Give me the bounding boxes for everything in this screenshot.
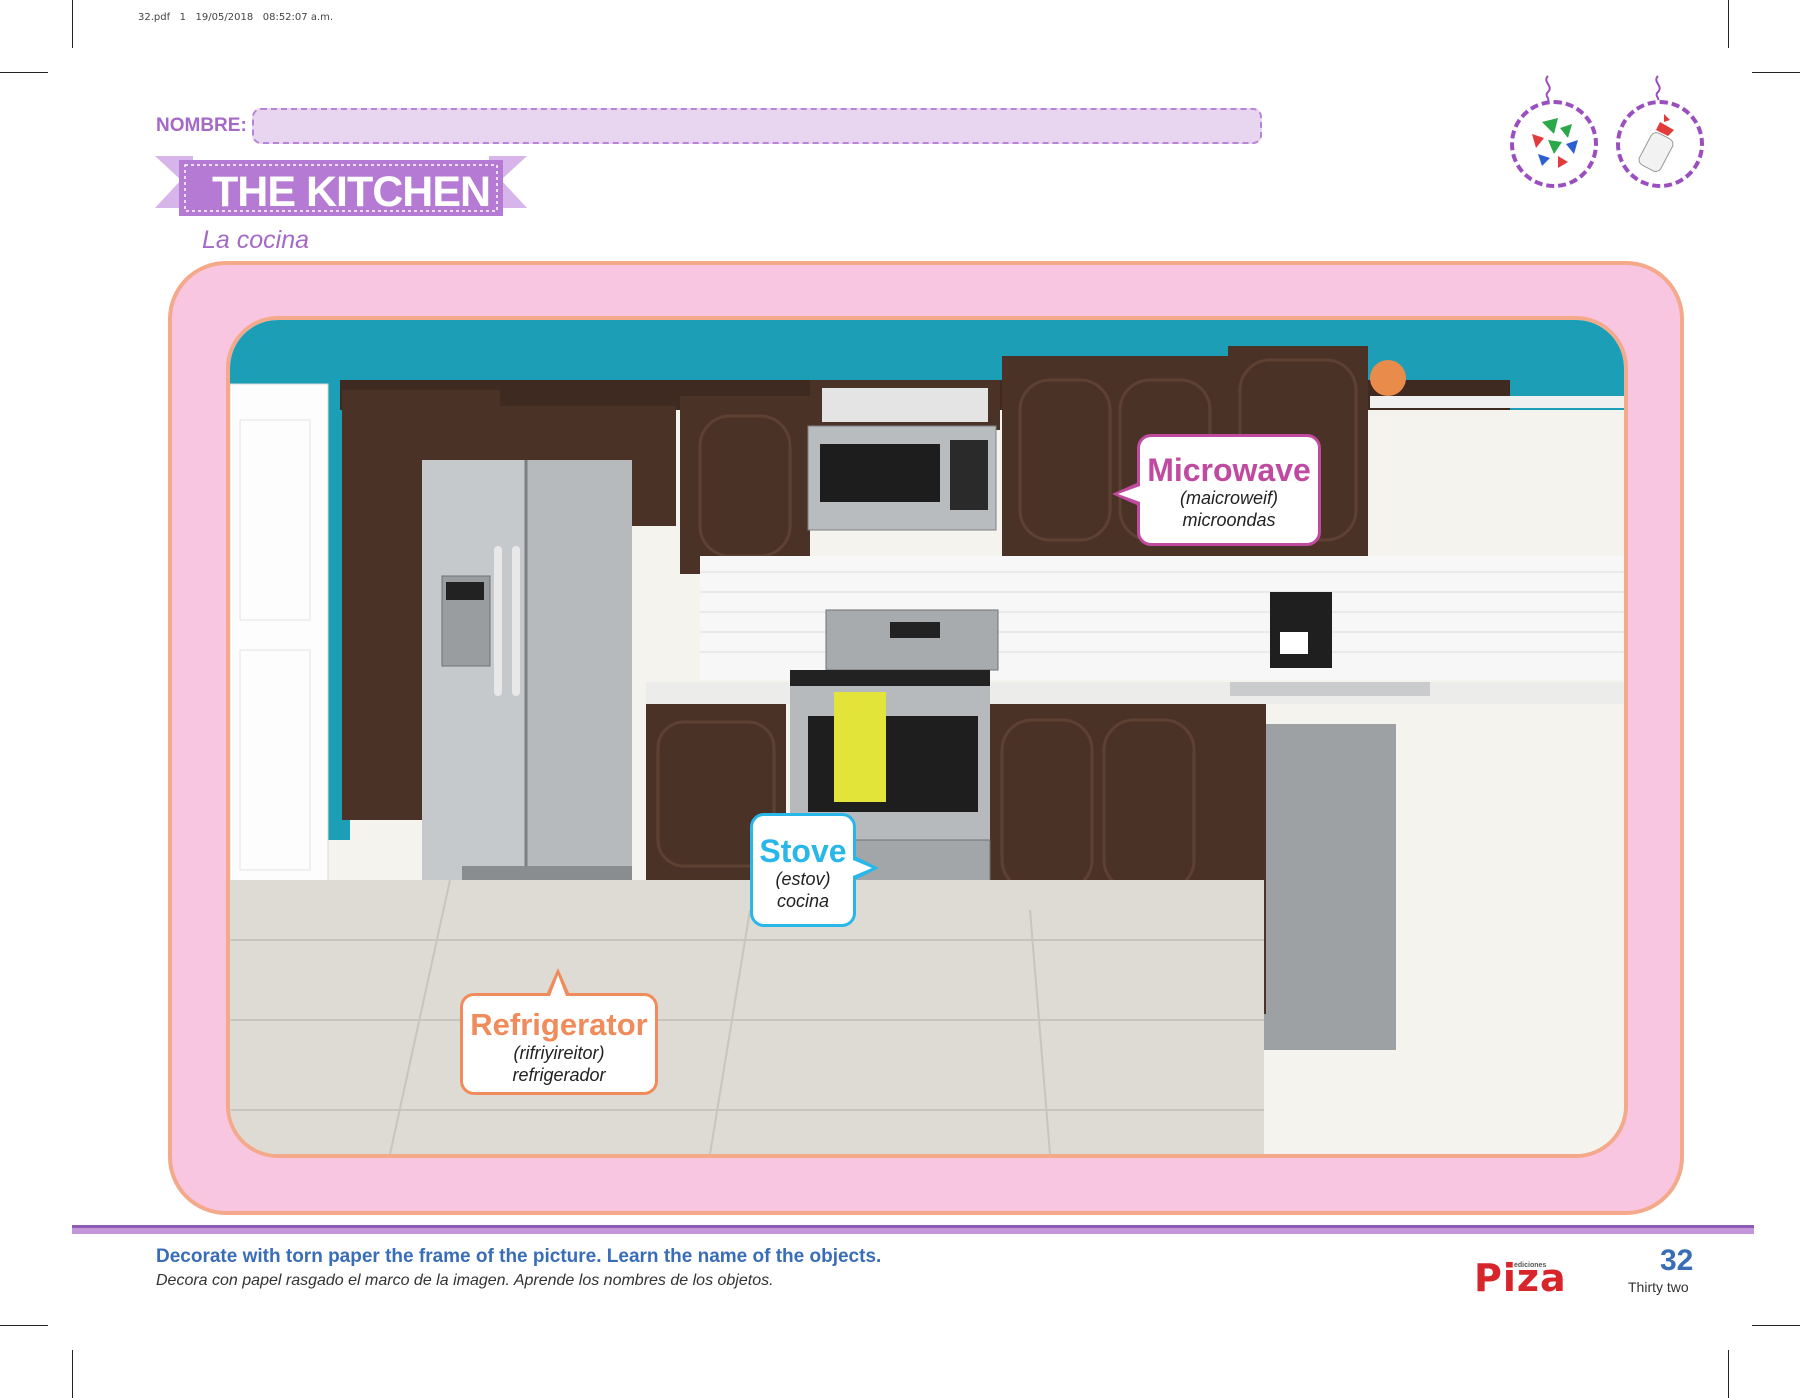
publisher-logo: Piza [1474, 1256, 1567, 1300]
callout-spanish: microondas [1182, 510, 1276, 530]
kitchen-photo [226, 316, 1628, 1158]
instruction-spanish: Decora con papel rasgado el marco de la … [156, 1272, 774, 1289]
print-metadata: 32.pdf 1 19/05/2018 08:52:07 a.m. [138, 12, 334, 23]
callout-word: Microwave [1147, 452, 1311, 488]
crop-mark [0, 72, 48, 73]
crop-mark [1728, 0, 1729, 48]
callout-pointer [853, 860, 872, 876]
crop-mark [0, 1325, 48, 1326]
callout-pronunciation: (estov) [775, 869, 831, 889]
glue-bottle-icon [1616, 100, 1704, 188]
microwave-callout: Microwave (maicroweif) microondas [1137, 434, 1321, 546]
steam-icon [1545, 75, 1551, 102]
crop-mark [72, 0, 73, 48]
callout-spanish: cocina [776, 891, 830, 911]
name-label: NOMBRE: [156, 115, 247, 136]
callout-word: Refrigerator [470, 1007, 648, 1042]
torn-paper-icon [1510, 100, 1598, 188]
steam-icon [1655, 75, 1661, 102]
crop-mark [1752, 1325, 1800, 1326]
callout-spanish: refrigerador [512, 1065, 606, 1085]
footer-divider [72, 1225, 1754, 1234]
page-number: 32 [1660, 1244, 1694, 1277]
crop-mark [1728, 1350, 1729, 1398]
name-field[interactable] [252, 108, 1262, 144]
page-subtitle: La cocina [202, 226, 310, 254]
callout-pronunciation: (maicroweif) [1179, 488, 1278, 508]
callout-pointer [1118, 486, 1140, 502]
page-title: THE KITCHEN [212, 168, 491, 216]
instruction-english: Decorate with torn paper the frame of th… [156, 1246, 882, 1267]
callout-word: Stove [759, 833, 847, 869]
crop-mark [1752, 72, 1800, 73]
page-number-words: Thirty two [1628, 1279, 1689, 1295]
refrigerator-callout: Refrigerator (rifriyireitor) refrigerado… [460, 993, 658, 1095]
crop-mark [72, 1350, 73, 1398]
stove-callout: Stove (estov) cocina [750, 813, 856, 927]
callout-pronunciation: (rifriyireitor) [513, 1043, 605, 1063]
callout-pointer [550, 975, 566, 996]
